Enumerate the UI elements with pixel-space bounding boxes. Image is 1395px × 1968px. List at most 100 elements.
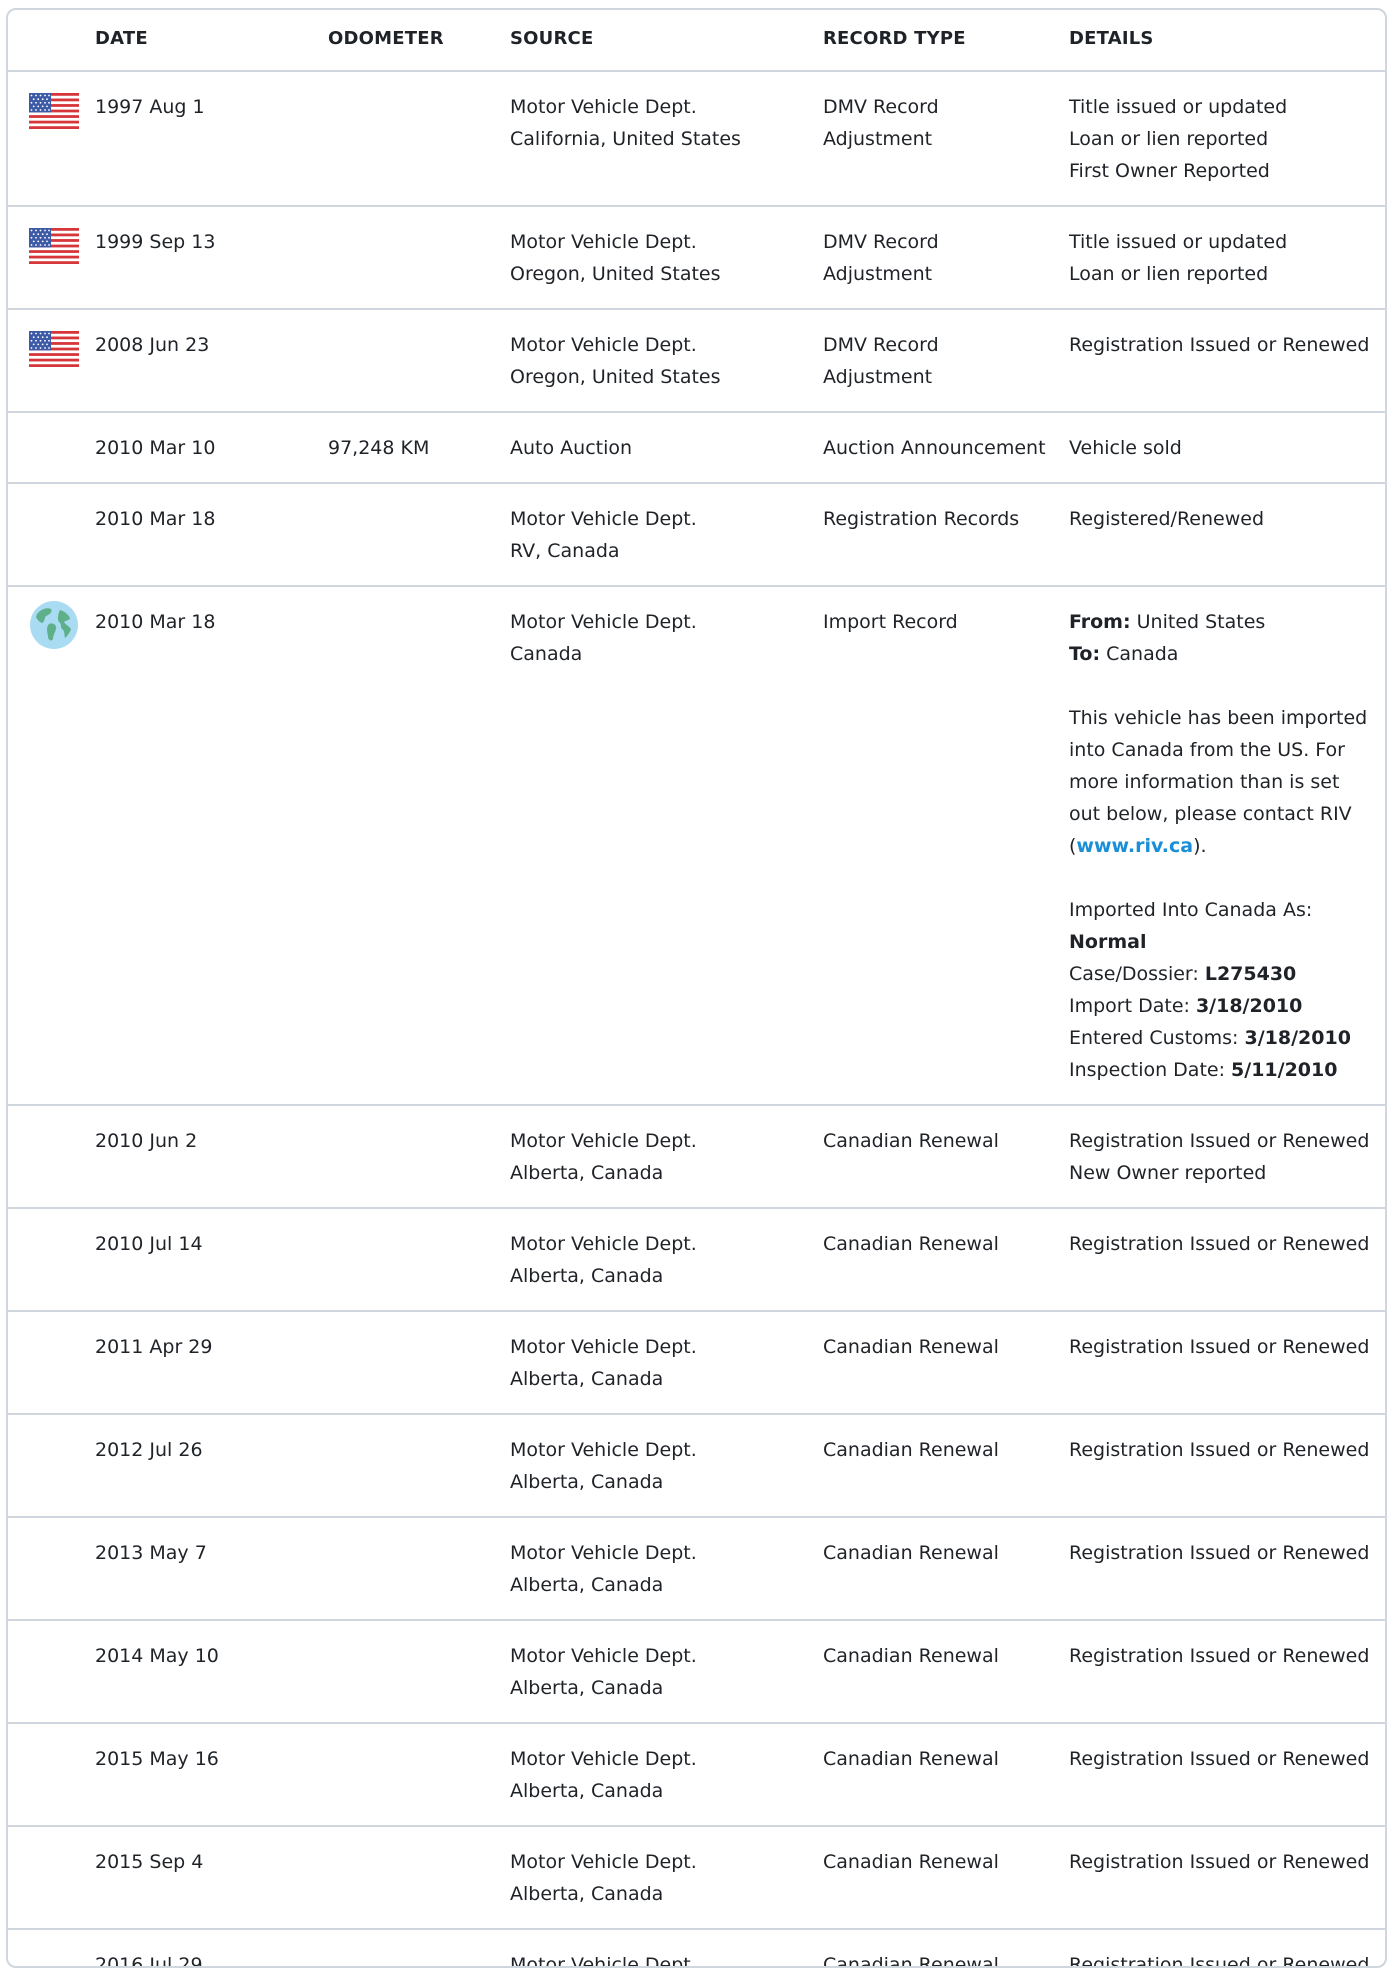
- entered-customs-label: Entered Customs:: [1069, 1027, 1245, 1049]
- row-source: Motor Vehicle Dept.Alberta, Canada: [510, 1929, 823, 1968]
- import-description-line: more information than is set: [1069, 771, 1340, 793]
- row-details: Title issued or updated Loan or lien repo…: [1069, 206, 1385, 310]
- row-details: Registration Issued or Renewed: [1069, 1414, 1385, 1518]
- vehicle-history-table: DATE ODOMETER SOURCE RECORD TYPE DETAILS…: [8, 10, 1385, 1968]
- record-type-line: Canadian Renewal: [823, 1542, 999, 1564]
- row-details: Registration Issued or Renewed: [1069, 1208, 1385, 1312]
- row-record-type: Canadian Renewal: [823, 1826, 1069, 1930]
- table-row: 2010 Jul 14 Motor Vehicle Dept. Alberta, C…: [8, 1208, 1385, 1312]
- riv-link[interactable]: www.riv.ca: [1076, 835, 1193, 857]
- row-icon-cell: [8, 483, 95, 587]
- header-odometer: ODOMETER: [328, 10, 510, 72]
- detail-line: Registration Issued or Renewed: [1069, 1439, 1370, 1461]
- table-row: 1997 Aug 1 Motor Vehicle Dept. California,…: [8, 71, 1385, 207]
- table-row: 1999 Sep 13 Motor Vehicle Dept. Oregon, Un…: [8, 206, 1385, 310]
- source-line: Motor Vehicle Dept.: [510, 1954, 697, 1968]
- detail-line: Title issued or updated: [1069, 231, 1288, 253]
- header-date: DATE: [95, 10, 328, 72]
- inspection-date-value: 5/11/2010: [1231, 1059, 1338, 1081]
- record-type-line: DMV Record: [823, 96, 939, 118]
- source-line: Motor Vehicle Dept.: [510, 96, 697, 118]
- record-type-line: Canadian Renewal: [823, 1645, 999, 1667]
- entered-customs-value: 3/18/2010: [1244, 1027, 1351, 1049]
- row-details: Registration Issued or Renewed: [1069, 1517, 1385, 1621]
- record-type-line: Registration Records: [823, 508, 1020, 530]
- row-details: Registration Issued or Renewed: [1069, 1826, 1385, 1930]
- table-body: 1997 Aug 1 Motor Vehicle Dept. California,…: [8, 71, 1385, 1968]
- source-line: RV, Canada: [510, 540, 620, 562]
- case-dossier: Case/Dossier: L275430: [1069, 958, 1385, 990]
- record-type-line: DMV Record: [823, 231, 939, 253]
- row-record-type: Registration Records: [823, 483, 1069, 587]
- row-source: Motor Vehicle Dept. Alberta, Canada: [510, 1105, 823, 1209]
- row-record-type: Import Record: [823, 586, 1069, 1106]
- row-details: Registration Issued or Renewed: [1069, 1929, 1385, 1966]
- record-type-line: Canadian Renewal: [823, 1954, 999, 1968]
- case-dossier-value: L275430: [1204, 963, 1297, 985]
- row-odometer: [328, 1929, 510, 1966]
- row-record-type: Canadian Renewal: [823, 1414, 1069, 1518]
- row-date: 2011 Apr 29: [95, 1311, 328, 1415]
- source-line: Motor Vehicle Dept.: [510, 1851, 697, 1873]
- detail-line: Registration Issued or Renewed: [1069, 334, 1370, 356]
- row-record-type: Canadian Renewal: [823, 1517, 1069, 1621]
- row-source: Motor Vehicle Dept. Oregon, United States: [510, 309, 823, 413]
- import-from-label: From:: [1069, 611, 1131, 633]
- row-date: 2010 Mar 10: [95, 412, 328, 484]
- imported-as-label: Imported Into Canada As:: [1069, 899, 1313, 921]
- detail-line: Registration Issued or Renewed: [1069, 1130, 1370, 1152]
- table-row: 2012 Jul 26 Motor Vehicle Dept. Alberta, C…: [8, 1414, 1385, 1518]
- source-line: Motor Vehicle Dept.: [510, 1645, 697, 1667]
- row-source: Motor Vehicle Dept. Canada: [510, 586, 823, 1106]
- row-source: Motor Vehicle Dept.Alberta, Canada: [510, 1208, 823, 1312]
- row-odometer: [328, 1517, 510, 1621]
- source-line: Alberta, Canada: [510, 1883, 664, 1905]
- source-line: Motor Vehicle Dept.: [510, 1542, 697, 1564]
- detail-line: Loan or lien reported: [1069, 263, 1269, 285]
- row-icon-cell: [8, 1311, 95, 1415]
- detail-line: Loan or lien reported: [1069, 128, 1269, 150]
- source-line: Alberta, Canada: [510, 1162, 664, 1184]
- source-line: Motor Vehicle Dept.: [510, 1748, 697, 1770]
- row-odometer: [328, 586, 510, 1106]
- import-date: Import Date: 3/18/2010: [1069, 990, 1385, 1022]
- row-details: From: United States To: Canada This vehicl…: [1069, 586, 1385, 1106]
- detail-line: New Owner reported: [1069, 1162, 1267, 1184]
- source-line: Motor Vehicle Dept.: [510, 1130, 697, 1152]
- table-row: 2010 Mar 18 Motor Vehicle Dept. Canada Impo…: [8, 586, 1385, 1106]
- table-row: 2008 Jun 23 Motor Vehicle Dept. Oregon, Un…: [8, 309, 1385, 413]
- row-icon-cell: [8, 1517, 95, 1621]
- row-odometer: [328, 1620, 510, 1724]
- inspection-date: Inspection Date: 5/11/2010: [1069, 1054, 1385, 1086]
- us-flag-icon: [29, 331, 79, 367]
- source-line: Alberta, Canada: [510, 1368, 664, 1390]
- row-date: 2013 May 7: [95, 1517, 328, 1621]
- source-line: Motor Vehicle Dept.: [510, 1233, 697, 1255]
- case-dossier-label: Case/Dossier:: [1069, 963, 1205, 985]
- import-description-line: into Canada from the US. For: [1069, 739, 1345, 761]
- record-type-line: Adjustment: [823, 263, 933, 285]
- source-line: Alberta, Canada: [510, 1677, 664, 1699]
- detail-line: Registration Issued or Renewed: [1069, 1851, 1370, 1873]
- import-to: To: Canada: [1069, 638, 1385, 670]
- row-details: Registration Issued or Renewed: [1069, 1723, 1385, 1827]
- record-type-line: Canadian Renewal: [823, 1336, 999, 1358]
- imported-as-value: Normal: [1069, 931, 1147, 953]
- row-source: Motor Vehicle Dept.Alberta, Canada: [510, 1414, 823, 1518]
- row-details: Vehicle sold: [1069, 412, 1385, 484]
- source-line: Motor Vehicle Dept.: [510, 231, 697, 253]
- row-date: 2014 May 10: [95, 1620, 328, 1724]
- record-type-line: DMV Record: [823, 334, 939, 356]
- row-date: 2012 Jul 26: [95, 1414, 328, 1518]
- record-type-line: Adjustment: [823, 128, 933, 150]
- source-line: Canada: [510, 643, 583, 665]
- header-icon: [8, 10, 95, 72]
- detail-line: First Owner Reported: [1069, 160, 1270, 182]
- us-flag-icon: [29, 93, 79, 129]
- table-row: 2016 Jul 29 Motor Vehicle Dept.Alberta, C…: [8, 1929, 1385, 1968]
- table-row: 2015 Sep 4 Motor Vehicle Dept. Alberta, Ca…: [8, 1826, 1385, 1930]
- us-flag-icon: [29, 228, 79, 264]
- record-type-line: Auction Announcement: [823, 437, 1046, 459]
